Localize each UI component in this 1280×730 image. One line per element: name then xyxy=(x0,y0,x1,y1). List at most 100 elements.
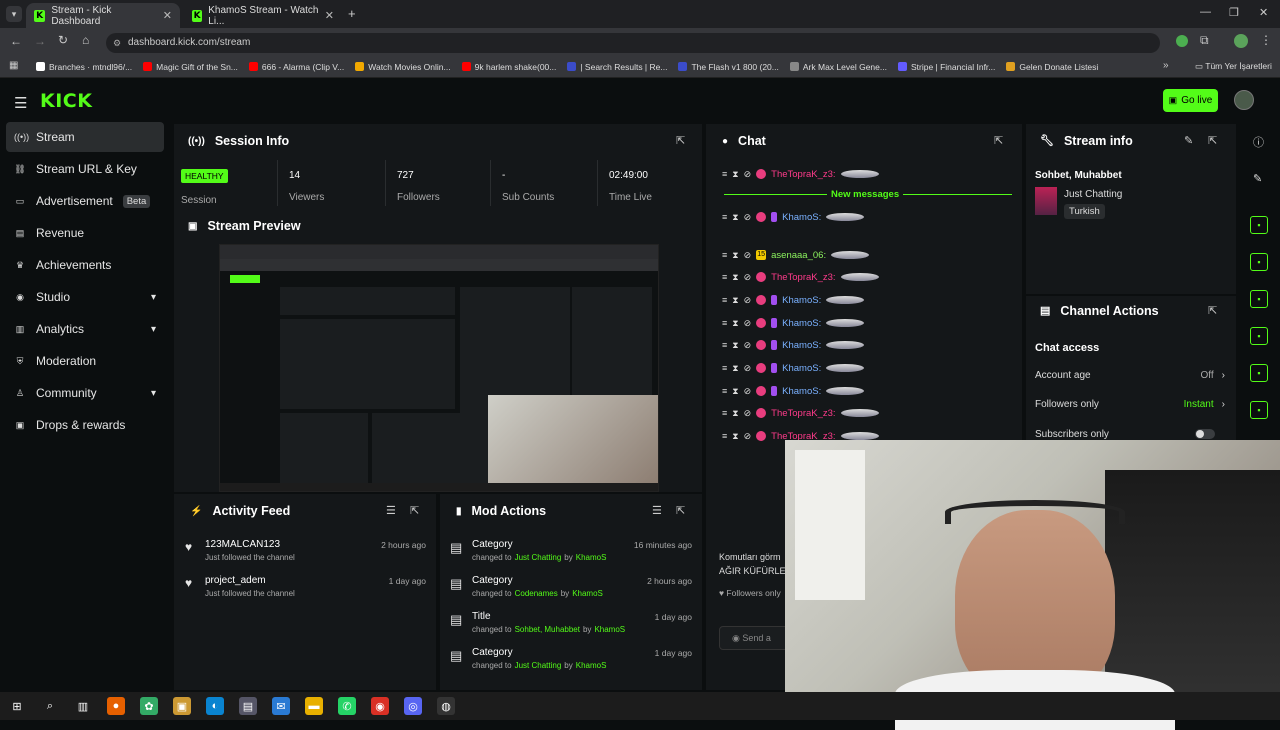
user-avatar[interactable] xyxy=(1234,90,1254,110)
discord-icon[interactable]: ◎ xyxy=(404,697,422,715)
chat-username[interactable]: TheTopraK_z3: xyxy=(771,408,835,419)
minimize-icon[interactable]: — xyxy=(1200,6,1211,18)
extensions-puzzle-icon[interactable]: ⧉ xyxy=(1200,33,1209,48)
lightning-icon[interactable]: ▪ xyxy=(1250,253,1268,271)
bookmark-item[interactable]: 9k harlem shake(00... xyxy=(461,62,556,72)
popout-icon[interactable]: ⇱ xyxy=(994,134,1003,147)
bookmark-item[interactable]: The Flash v1 800 (20... xyxy=(678,62,779,72)
more-bookmarks-icon[interactable]: » xyxy=(1163,60,1169,71)
extension-icon[interactable] xyxy=(1176,35,1188,47)
window-close-icon[interactable]: ✕ xyxy=(1259,6,1268,19)
popout-icon[interactable]: ⇱ xyxy=(676,504,685,517)
subscribers-only-toggle[interactable] xyxy=(1195,429,1215,439)
sidebar-item-analytics[interactable]: ▥ Analytics ▾ xyxy=(6,314,164,344)
bookmark-item[interactable]: Gelen Donate Listesi xyxy=(1006,62,1098,72)
obs-icon[interactable]: ◍ xyxy=(437,697,455,715)
kick-logo[interactable]: KICK xyxy=(40,90,92,112)
popout-icon[interactable]: ⇱ xyxy=(1208,134,1217,147)
edit-pencil-icon[interactable]: ✎ xyxy=(1184,134,1193,147)
activity-username[interactable]: 123MALCAN123 xyxy=(205,539,280,550)
focus-icon[interactable]: ▪ xyxy=(1250,216,1268,234)
menu-hamburger-icon[interactable]: ☰ xyxy=(14,94,27,112)
account-age-row[interactable]: Account age Off › xyxy=(1035,370,1225,381)
broadcast-icon[interactable]: ▪ xyxy=(1250,364,1268,382)
edit-icon[interactable]: ✎ xyxy=(1253,172,1262,185)
close-icon[interactable]: ✕ xyxy=(325,9,334,22)
subscribers-only-row[interactable]: Subscribers only xyxy=(1035,429,1215,440)
chat-username[interactable]: KhamoS: xyxy=(782,318,821,329)
task-view-icon[interactable]: ▥ xyxy=(74,697,92,715)
sidebar-item-achievements[interactable]: ♛ Achievements xyxy=(6,250,164,280)
sidebar-item-moderation[interactable]: ⛨ Moderation xyxy=(6,346,164,376)
new-tab-icon[interactable]: + xyxy=(348,6,356,21)
chat-username[interactable]: TheTopraK_z3: xyxy=(771,169,835,180)
chat-username[interactable]: KhamoS: xyxy=(782,212,821,223)
url-input[interactable]: ⚙ dashboard.kick.com/stream xyxy=(106,33,1160,53)
chat-username[interactable]: KhamoS: xyxy=(782,386,821,397)
store-icon[interactable]: ▣ xyxy=(173,697,191,715)
filter-icon[interactable]: ☰ xyxy=(652,504,662,517)
browser-tab-dashboard[interactable]: K Stream - Kick Dashboard ✕ xyxy=(26,3,180,28)
reload-icon[interactable]: ↻ xyxy=(58,33,68,47)
popout-icon[interactable]: ⇱ xyxy=(676,134,685,147)
forward-icon[interactable]: → xyxy=(34,34,46,48)
chat-username[interactable]: KhamoS: xyxy=(782,363,821,374)
sidebar-item-community[interactable]: ♙ Community ▾ xyxy=(6,378,164,408)
chrome-icon[interactable]: ◉ xyxy=(371,697,389,715)
windows-start-icon[interactable]: ⊞ xyxy=(8,697,26,715)
app-icon[interactable]: ▤ xyxy=(239,697,257,715)
sidebar-item-revenue[interactable]: ▤ Revenue xyxy=(6,218,164,248)
chat-username[interactable]: TheTopraK_z3: xyxy=(771,272,835,283)
chat-username[interactable]: asenaaa_06: xyxy=(771,250,826,261)
bookmark-item[interactable]: Stripe | Financial Infr... xyxy=(897,62,995,72)
close-icon[interactable]: ✕ xyxy=(163,9,172,22)
bookmark-item[interactable]: Branches · mtndl96/... xyxy=(36,62,132,72)
site-info-icon[interactable]: ⚙ xyxy=(113,33,121,53)
profile-avatar-icon[interactable] xyxy=(1234,34,1248,48)
mod-action-user[interactable]: KhamoS xyxy=(572,589,603,598)
mod-action-user[interactable]: KhamoS xyxy=(594,625,625,634)
followers-only-row[interactable]: Followers only Instant › xyxy=(1035,399,1225,410)
bookmark-item[interactable]: | Search Results | Re... xyxy=(567,62,667,72)
app-icon[interactable]: ✿ xyxy=(140,697,158,715)
go-live-button[interactable]: ▣ Go live xyxy=(1163,89,1218,112)
sidebar-item-advertisement[interactable]: ▭ Advertisement Beta xyxy=(6,186,164,216)
sidebar-item-stream-url-key[interactable]: ⛓ Stream URL & Key xyxy=(6,154,164,184)
back-icon[interactable]: ← xyxy=(10,34,22,48)
restore-icon[interactable]: ❐ xyxy=(1229,6,1239,19)
mod-action-user[interactable]: KhamoS xyxy=(576,553,607,562)
mail-icon[interactable]: ✉ xyxy=(272,697,290,715)
document-icon[interactable]: ▪ xyxy=(1250,290,1268,308)
sidebar-item-studio[interactable]: ◉ Studio ▾ xyxy=(6,282,164,312)
browser-tab-stream[interactable]: K KhamoS Stream - Watch Li... ✕ xyxy=(184,3,342,28)
chat-username[interactable]: KhamoS: xyxy=(782,295,821,306)
filter-icon[interactable]: ☰ xyxy=(386,504,396,517)
bookmark-item[interactable]: 666 - Alarma (Clip V... xyxy=(248,62,344,72)
mod-action-user[interactable]: KhamoS xyxy=(576,661,607,670)
bookmark-item[interactable]: Watch Movies Onlin... xyxy=(355,62,451,72)
chat-username[interactable]: KhamoS: xyxy=(782,340,821,351)
emoji-icon[interactable]: ◉ xyxy=(732,633,740,643)
activity-username[interactable]: project_adem xyxy=(205,575,266,586)
apps-grid-icon[interactable]: ▦ xyxy=(9,60,18,71)
sidebar-item-stream[interactable]: ((•)) Stream xyxy=(6,122,164,152)
stream-preview-video[interactable] xyxy=(219,244,659,492)
layout-icon[interactable]: ▪ xyxy=(1250,401,1268,419)
folder-icon[interactable]: ▬ xyxy=(305,697,323,715)
sidebar-item-drops-rewards[interactable]: ▣ Drops & rewards xyxy=(6,410,164,440)
chat-send-input[interactable]: ◉ Send a xyxy=(719,626,789,650)
all-bookmarks-folder[interactable]: ▭ Tüm Yer İşaretleri xyxy=(1195,61,1272,72)
tab-search-icon[interactable]: ▾ xyxy=(6,6,22,22)
popout-icon[interactable]: ⇱ xyxy=(410,504,419,517)
edge-icon[interactable]: ◐ xyxy=(206,697,224,715)
info-icon[interactable]: ⓘ xyxy=(1253,134,1264,150)
bookmark-item[interactable]: Magic Gift of the Sn... xyxy=(143,62,238,72)
home-icon[interactable]: ⌂ xyxy=(82,33,89,47)
bookmark-item[interactable]: Ark Max Level Gene... xyxy=(789,62,887,72)
browser-menu-icon[interactable]: ⋮ xyxy=(1260,33,1272,47)
chat-icon[interactable]: ▪ xyxy=(1250,327,1268,345)
whatsapp-icon[interactable]: ✆ xyxy=(338,697,356,715)
search-icon[interactable]: ⌕ xyxy=(41,697,59,715)
firefox-icon[interactable]: ● xyxy=(107,697,125,715)
popout-icon[interactable]: ⇱ xyxy=(1208,304,1217,317)
